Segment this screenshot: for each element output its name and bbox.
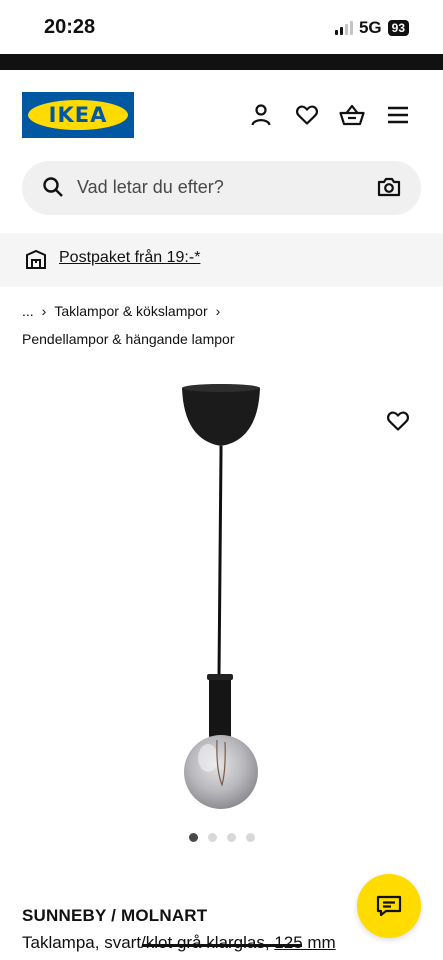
carousel-dot[interactable] (246, 833, 255, 842)
status-indicators: 5G 93 (334, 18, 409, 38)
scroll-indicator (142, 944, 302, 947)
product-description-text: Taklampa, svart/klot grå klarglas, (22, 933, 270, 952)
search-bar[interactable]: Vad letar du efter? (22, 161, 421, 215)
breadcrumb-separator: › (41, 303, 47, 319)
breadcrumb: ... › Taklampor & kökslampor › (22, 303, 220, 319)
menu-icon[interactable] (385, 102, 411, 128)
product-image[interactable] (170, 380, 280, 825)
user-icon[interactable] (248, 102, 274, 128)
product-size-link[interactable]: 125 mm (274, 933, 335, 952)
basket-icon[interactable] (339, 102, 365, 128)
status-time: 20:28 (44, 16, 96, 38)
search-icon[interactable] (42, 176, 64, 203)
product-description: Taklampa, svart/klot grå klarglas, 125 m… (22, 933, 336, 953)
chat-icon (376, 895, 402, 917)
carousel-dot[interactable] (227, 833, 236, 842)
carousel-dot[interactable] (189, 833, 198, 842)
favorite-heart-icon[interactable] (386, 410, 410, 437)
breadcrumb-ellipsis[interactable]: ... (22, 303, 34, 319)
breadcrumb-item[interactable]: Taklampor & kökslampor (54, 303, 207, 319)
battery-icon: 93 (387, 20, 409, 36)
ikea-logo[interactable]: IKEA (22, 92, 134, 138)
chat-button[interactable] (357, 874, 421, 938)
search-input[interactable]: Vad letar du efter? (77, 177, 224, 198)
signal-icon (334, 21, 353, 35)
top-black-bar (0, 54, 443, 70)
camera-icon[interactable] (377, 176, 401, 203)
carousel-dot[interactable] (208, 833, 217, 842)
delivery-icon (24, 248, 48, 275)
delivery-banner[interactable]: Postpaket från 19:-* (0, 233, 443, 287)
heart-icon[interactable] (294, 102, 320, 128)
delivery-banner-link[interactable]: Postpaket från 19:-* (59, 249, 200, 267)
breadcrumb-separator: › (215, 303, 221, 319)
carousel-dots (189, 833, 255, 842)
breadcrumb-item[interactable]: Pendellampor & hängande lampor (22, 331, 234, 347)
network-label: 5G (358, 18, 382, 37)
logo-text: IKEA (48, 103, 108, 127)
product-name: SUNNEBY / MOLNART (22, 906, 208, 925)
